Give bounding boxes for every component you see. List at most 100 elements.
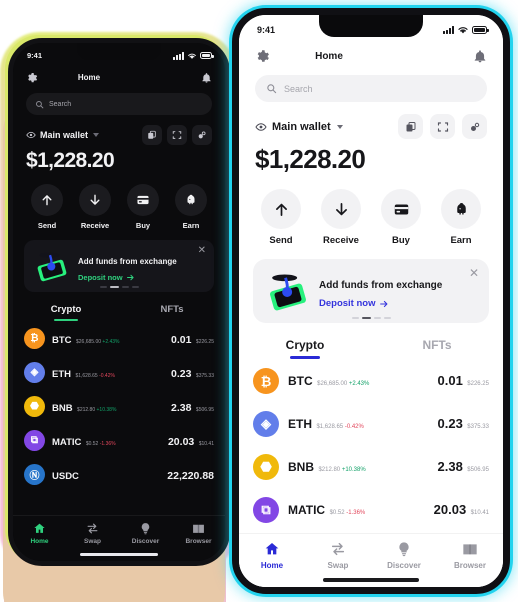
table-row[interactable]: ⬣ BNB $212.80 +10.38% 2.38 $506.95: [24, 389, 214, 423]
wallet-name: Main wallet: [272, 120, 331, 133]
carousel-dot[interactable]: [351, 317, 359, 319]
tab-nfts[interactable]: NFTs: [119, 304, 225, 321]
light-phone-mockup: 9:41 Home Search Main wallet $1,228.20 S…: [232, 8, 510, 594]
connect-link-button[interactable]: [462, 114, 487, 139]
earn-button[interactable]: Earn: [441, 189, 481, 246]
buy-button[interactable]: Buy: [381, 189, 421, 246]
buy-icon-circle: [381, 189, 421, 229]
send-icon-circle: [31, 184, 63, 216]
promo-title: Add funds from exchange: [319, 280, 443, 291]
search-bar[interactable]: Search: [255, 75, 487, 102]
chevron-down-icon: [93, 133, 100, 137]
table-row[interactable]: Ⓝ USDC 22,220.88: [24, 457, 214, 491]
btc-icon: ₿: [253, 368, 279, 394]
token-price: $212.80 +10.38%: [318, 467, 366, 473]
search-bar[interactable]: Search: [26, 93, 212, 115]
receive-button[interactable]: Receive: [79, 184, 111, 230]
phone-deposit-illustration: [270, 274, 306, 311]
matic-icon: ⧉: [253, 497, 279, 523]
tab-crypto[interactable]: Crypto: [239, 338, 371, 359]
carousel-dot-active[interactable]: [109, 286, 119, 288]
credit-card-icon: [137, 195, 149, 205]
token-symbol: MATIC: [288, 503, 326, 517]
copy-address-button[interactable]: [142, 125, 162, 145]
receive-button[interactable]: Receive: [321, 189, 361, 246]
carousel-dot[interactable]: [131, 286, 139, 288]
nav-home-label: Home: [30, 538, 49, 545]
carousel-dot[interactable]: [383, 317, 391, 319]
scan-qr-icon: [437, 121, 448, 132]
home-indicator: [80, 553, 158, 556]
eth-icon: ◈: [253, 411, 279, 437]
chevron-down-icon: [336, 124, 343, 129]
notifications-button[interactable]: [201, 72, 212, 84]
lightbulb-icon: [399, 542, 409, 557]
deposit-now-link[interactable]: Deposit now: [319, 298, 477, 309]
asset-tabs: Crypto NFTs: [13, 304, 225, 321]
close-promo-button[interactable]: ✕: [198, 246, 206, 256]
deposit-now-link[interactable]: Deposit now: [78, 273, 204, 282]
nav-swap[interactable]: Swap: [66, 522, 119, 545]
deposit-now-label: Deposit now: [319, 298, 376, 309]
nav-browser[interactable]: Browser: [437, 541, 503, 570]
home-indicator: [323, 578, 419, 582]
scan-qr-button[interactable]: [430, 114, 455, 139]
token-symbol: ETH: [288, 417, 312, 431]
wallet-tools: [142, 125, 212, 145]
wallet-selector[interactable]: Main wallet: [26, 130, 100, 140]
token-price: $0.52 -1.36%: [85, 440, 116, 447]
carousel-dot-active[interactable]: [361, 317, 371, 319]
table-row[interactable]: ⧉ MATIC $0.52 -1.36% 20.03 $10.41: [253, 488, 489, 531]
piggy-bank-icon: [456, 202, 466, 214]
send-button[interactable]: Send: [31, 184, 63, 230]
swap-icon: [87, 523, 98, 534]
table-row[interactable]: ◈ ETH $1,628.65 -0.42% 0.23 $375.33: [253, 402, 489, 445]
connect-link-button[interactable]: [192, 125, 212, 145]
nav-home-label: Home: [260, 561, 284, 570]
phone-notch: [319, 15, 423, 37]
buy-button[interactable]: Buy: [127, 184, 159, 230]
receive-label: Receive: [80, 221, 110, 230]
quick-actions: Send Receive Buy Earn: [13, 173, 225, 230]
carousel-dot[interactable]: [121, 286, 129, 288]
nav-discover[interactable]: Discover: [371, 541, 437, 570]
table-row[interactable]: ₿ BTC $26,685.00 +2.43% 0.01 $226.25: [253, 359, 489, 402]
settings-button[interactable]: [255, 49, 270, 64]
notifications-button[interactable]: [473, 49, 487, 64]
wallet-selector[interactable]: Main wallet: [255, 121, 343, 133]
earn-label: Earn: [182, 221, 200, 230]
close-promo-button[interactable]: ✕: [469, 267, 479, 279]
search-icon: [267, 84, 277, 94]
nav-home[interactable]: Home: [13, 522, 66, 545]
token-holdings: 2.38 $506.95: [171, 398, 214, 416]
table-row[interactable]: ₿ BTC $26,685.00 +2.43% 0.01 $226.25: [24, 321, 214, 355]
token-symbol: BNB: [288, 460, 314, 474]
settings-button[interactable]: [26, 72, 38, 84]
table-row[interactable]: ⧉ MATIC $0.52 -1.36% 20.03 $10.41: [24, 423, 214, 457]
nav-browser[interactable]: Browser: [172, 522, 225, 545]
token-holdings: 0.23 $375.33: [171, 364, 214, 382]
carousel-dot[interactable]: [373, 317, 381, 319]
table-row[interactable]: ◈ ETH $1,628.65 -0.42% 0.23 $375.33: [24, 355, 214, 389]
earn-button[interactable]: Earn: [175, 184, 207, 230]
nav-discover[interactable]: Discover: [119, 522, 172, 545]
carousel-dot[interactable]: [99, 286, 107, 288]
credit-card-icon: [394, 204, 408, 214]
asset-tabs: Crypto NFTs: [239, 338, 503, 359]
nav-home[interactable]: Home: [239, 541, 305, 570]
nav-swap[interactable]: Swap: [305, 541, 371, 570]
promo-banner[interactable]: Add funds from exchange Deposit now ✕: [253, 259, 489, 323]
token-amount: 0.01: [437, 373, 463, 388]
tab-crypto[interactable]: Crypto: [13, 304, 119, 321]
scan-qr-button[interactable]: [167, 125, 187, 145]
copy-address-button[interactable]: [398, 114, 423, 139]
tab-nfts[interactable]: NFTs: [371, 338, 503, 359]
connect-link-icon: [470, 122, 479, 131]
promo-banner[interactable]: Add funds from exchange Deposit now ✕: [24, 240, 214, 292]
send-button[interactable]: Send: [261, 189, 301, 246]
earn-label: Earn: [450, 235, 472, 246]
bell-icon: [474, 49, 486, 62]
wallet-row: Main wallet: [13, 115, 225, 145]
table-row[interactable]: ⬣ BNB $212.80 +10.38% 2.38 $506.95: [253, 445, 489, 488]
nav-swap-label: Swap: [84, 538, 101, 545]
